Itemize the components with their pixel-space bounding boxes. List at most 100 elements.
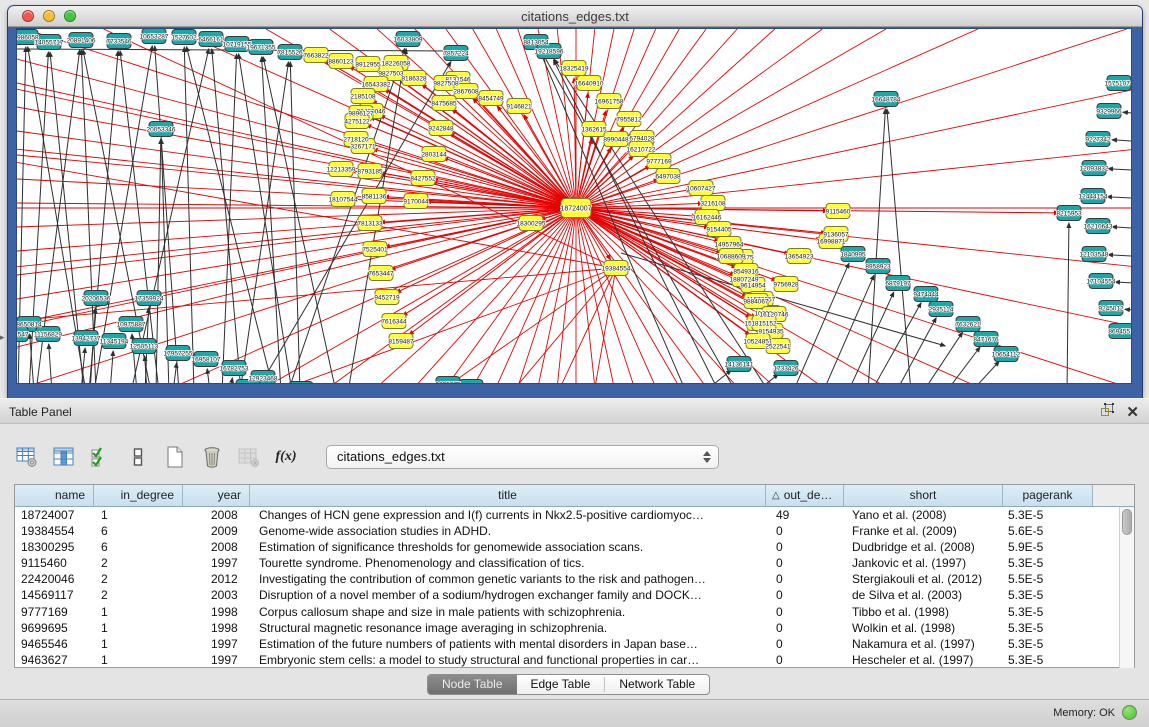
table-cell-out_degree[interactable]: 0 [766, 539, 844, 555]
table-cell-in_degree[interactable]: 2 [94, 587, 183, 603]
table-cell-pagerank[interactable]: 5.6E-5 [1003, 523, 1093, 539]
citation-edge[interactable] [110, 351, 113, 384]
table-cell-out_degree[interactable]: 0 [766, 571, 844, 587]
citation-edge[interactable] [1115, 282, 1132, 283]
table-cell-name[interactable]: 9465546 [15, 636, 94, 652]
table-cell-title[interactable]: Genome-wide association studies in ADHD. [250, 523, 766, 539]
citation-edge[interactable] [263, 57, 336, 384]
table-cell-pagerank[interactable]: 5.3E-5 [1003, 636, 1093, 652]
table-row[interactable]: 946554611997Estimation of the future num… [15, 636, 1134, 652]
column-header-year[interactable]: year [183, 485, 250, 506]
table-cell-out_degree[interactable]: 0 [766, 523, 844, 539]
create-column-icon[interactable] [162, 444, 188, 470]
import-table-icon[interactable] [236, 444, 262, 470]
row-height-icon[interactable] [125, 444, 151, 470]
table-cell-name[interactable]: 9699695 [15, 620, 94, 636]
scrollbar-thumb[interactable] [1122, 509, 1132, 535]
table-cell-short[interactable]: de Silva et al. (2003) [844, 587, 1003, 603]
table-cell-pagerank[interactable]: 5.3E-5 [1003, 555, 1093, 571]
table-cell-pagerank[interactable]: 5.3E-5 [1003, 507, 1093, 523]
select-columns-icon[interactable] [88, 444, 114, 470]
citation-edge[interactable] [1108, 169, 1132, 170]
table-cell-in_degree[interactable]: 2 [94, 555, 183, 571]
table-cell-in_degree[interactable]: 1 [94, 652, 183, 668]
citation-edge[interactable] [366, 142, 564, 204]
memory-ok-icon[interactable] [1122, 705, 1137, 720]
graph-node[interactable] [459, 380, 483, 385]
table-cell-out_degree[interactable]: 49 [766, 507, 844, 523]
table-cell-year[interactable]: 1997 [183, 652, 250, 668]
table-cell-short[interactable]: Wolkin et al. (1998) [844, 620, 1003, 636]
citation-edge[interactable] [1123, 112, 1132, 113]
network-graph-canvas[interactable]: 8986058140557172089140677335461065328715… [16, 28, 1132, 384]
table-cell-title[interactable]: Estimation of the future numbers of pati… [250, 636, 766, 652]
citation-edge[interactable] [1107, 197, 1132, 198]
table-cell-name[interactable]: 14569117 [15, 587, 94, 603]
table-cell-short[interactable]: Jankovic et al. (1997) [844, 555, 1003, 571]
table-cell-name[interactable]: 9463627 [15, 652, 94, 668]
table-cell-out_degree[interactable]: 0 [766, 636, 844, 652]
citation-edge[interactable] [1125, 309, 1132, 310]
table-row[interactable]: 1872400712008Changes of HCN gene express… [15, 507, 1134, 523]
table-cell-in_degree[interactable]: 1 [94, 620, 183, 636]
citation-edge[interactable] [896, 318, 936, 384]
table-row[interactable]: 1456911722003Disruption of a novel membe… [15, 587, 1134, 603]
table-cell-in_degree[interactable]: 2 [94, 571, 183, 587]
table-cell-year[interactable]: 1997 [183, 636, 250, 652]
table-cell-year[interactable]: 1998 [183, 620, 250, 636]
table-row[interactable]: 946362711997Embryonic stem cells: a mode… [15, 652, 1134, 668]
table-cell-in_degree[interactable]: 1 [94, 636, 183, 652]
citation-edge[interactable] [187, 47, 275, 384]
table-cell-year[interactable]: 2012 [183, 571, 250, 587]
table-cell-short[interactable]: Nakamura et al. (1997) [844, 636, 1003, 652]
table-cell-title[interactable]: Disruption of a novel member of a sodium… [250, 587, 766, 603]
show-column-icon[interactable] [51, 444, 77, 470]
table-cell-out_degree[interactable]: 0 [766, 620, 844, 636]
table-cell-year[interactable]: 2008 [183, 507, 250, 523]
delete-column-icon[interactable] [199, 444, 225, 470]
table-cell-short[interactable]: Dudbridge et al. (2008) [844, 539, 1003, 555]
column-header-pagerank[interactable]: pagerank [1003, 485, 1093, 506]
table-cell-title[interactable]: Embryonic stem cells: a model to study s… [250, 652, 766, 668]
citation-edge[interactable] [290, 62, 300, 384]
table-select-dropdown[interactable]: citations_edges.txt [326, 445, 719, 469]
citation-edge[interactable] [923, 332, 963, 384]
table-cell-title[interactable]: Investigating the contribution of common… [250, 571, 766, 587]
window-titlebar[interactable]: citations_edges.txt [8, 6, 1142, 27]
panel-grippy-icon[interactable]: ▸ [0, 332, 5, 343]
table-cell-in_degree[interactable]: 6 [94, 539, 183, 555]
citation-edge[interactable] [212, 49, 241, 384]
citation-edge[interactable] [1112, 140, 1132, 141]
table-cell-out_degree[interactable]: 0 [766, 652, 844, 668]
table-cell-short[interactable]: Hescheler et al. (1997) [844, 652, 1003, 668]
table-row[interactable]: 2242004622012Investigating the contribut… [15, 571, 1134, 587]
table-cell-name[interactable]: 18300295 [15, 539, 94, 555]
table-cell-year[interactable]: 2008 [183, 539, 250, 555]
citation-edge[interactable] [756, 374, 778, 384]
column-header-title[interactable]: title [250, 485, 766, 506]
table-cell-year[interactable]: 1998 [183, 604, 250, 620]
table-cell-short[interactable]: Franke et al. (2009) [844, 523, 1003, 539]
citation-edge[interactable] [946, 347, 980, 384]
table-cell-title[interactable]: Changes of HCN gene expression and I(f) … [250, 507, 766, 523]
table-cell-title[interactable]: Tourette syndrome. Phenomenology and cla… [250, 555, 766, 571]
table-row[interactable]: 969969511998Structural magnetic resonanc… [15, 620, 1134, 636]
table-cell-pagerank[interactable]: 5.9E-5 [1003, 539, 1093, 555]
table-cell-pagerank[interactable]: 5.3E-5 [1003, 620, 1093, 636]
table-cell-out_degree[interactable]: 0 [766, 555, 844, 571]
table-row[interactable]: 977716911998Corpus callosum shape and si… [15, 604, 1134, 620]
citation-edge[interactable] [173, 363, 177, 384]
citation-edge[interactable] [1112, 227, 1132, 228]
vertical-scrollbar[interactable] [1119, 507, 1134, 668]
table-cell-name[interactable]: 9777169 [15, 604, 94, 620]
table-cell-short[interactable]: Stergiakouli et al. (2012) [844, 571, 1003, 587]
citation-edge[interactable] [131, 49, 209, 384]
column-header-name[interactable]: name [15, 485, 94, 506]
table-cell-name[interactable]: 19384554 [15, 523, 94, 539]
table-cell-year[interactable]: 2003 [183, 587, 250, 603]
table-cell-in_degree[interactable]: 1 [94, 604, 183, 620]
table-cell-name[interactable]: 18724007 [15, 507, 94, 523]
tab-edge-table[interactable]: Edge Table [517, 675, 605, 694]
table-cell-short[interactable]: Yano et al. (2008) [844, 507, 1003, 523]
tab-node-table[interactable]: Node Table [428, 675, 517, 694]
